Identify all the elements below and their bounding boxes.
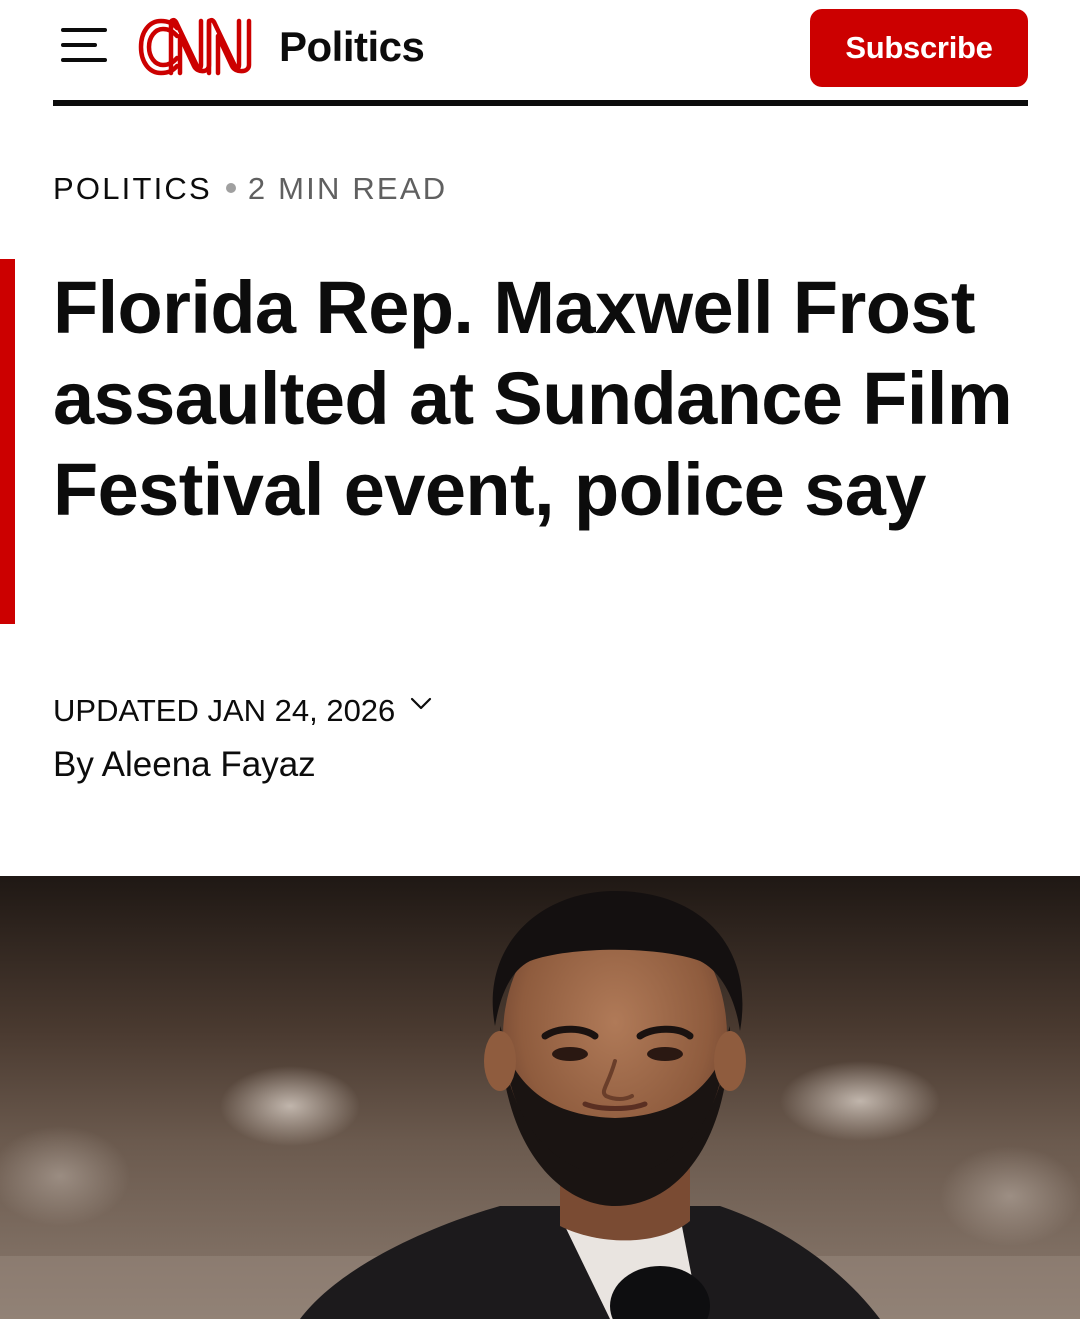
read-time-label: 2 MIN READ [247, 171, 448, 206]
header-divider [53, 100, 1028, 106]
section-label-politics[interactable]: Politics [279, 22, 425, 72]
site-header: Politics Subscribe [53, 0, 1028, 106]
hero-image [0, 876, 1080, 1319]
kicker-category-link[interactable]: POLITICS [53, 171, 212, 206]
subscribe-button[interactable]: Subscribe [810, 9, 1028, 87]
cnn-logo[interactable] [137, 14, 259, 80]
article-kicker: POLITICS 2 MIN READ [53, 170, 447, 208]
kicker-separator-dot [225, 182, 236, 193]
chevron-down-icon [411, 697, 432, 710]
updated-timestamp-toggle[interactable]: UPDATED JAN 24, 2026 [53, 692, 433, 730]
updated-timestamp: UPDATED JAN 24, 2026 [53, 693, 396, 728]
article-byline: By Aleena Fayaz [53, 745, 316, 784]
headline-accent-bar [0, 259, 15, 624]
hamburger-menu-icon[interactable] [59, 26, 109, 64]
article-headline: Florida Rep. Maxwell Frost assaulted at … [53, 266, 1013, 531]
